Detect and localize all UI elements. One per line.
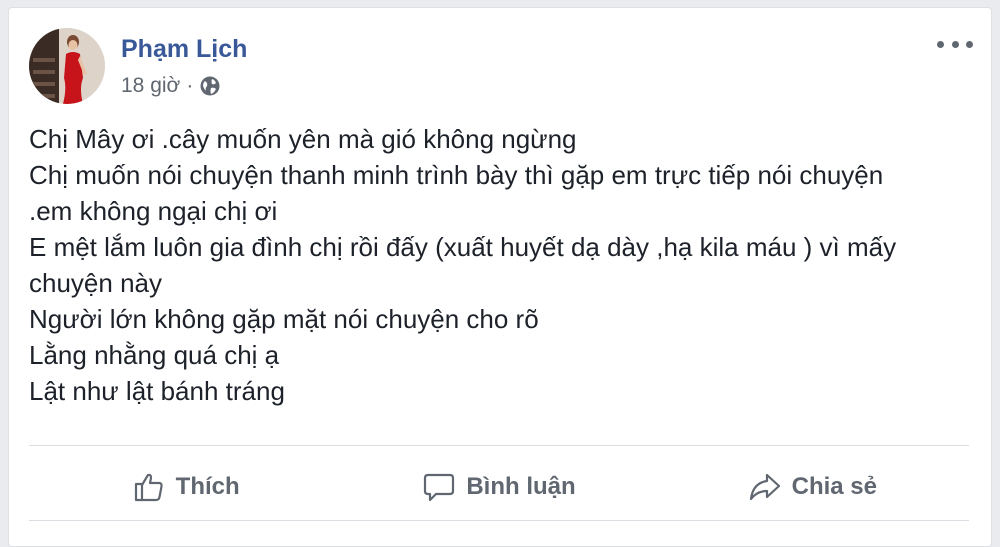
post-line: Lằng nhằng quá chị ạ	[29, 340, 280, 370]
post-line: E mệt lắm luôn gia đình chị rồi đấy (xuấ…	[29, 232, 897, 262]
post-time[interactable]: 18 giờ	[121, 74, 180, 98]
comment-label: Bình luận	[466, 473, 576, 500]
post-line: Người lớn không gặp mặt nói chuyện cho r…	[29, 304, 539, 334]
like-button[interactable]: Thích	[29, 460, 342, 514]
action-bar: Thích Bình luận Chia sẻ	[29, 460, 969, 514]
share-icon	[749, 473, 780, 501]
share-button[interactable]: Chia sẻ	[656, 460, 969, 514]
comment-button[interactable]: Bình luận	[342, 460, 655, 514]
author-name[interactable]: Phạm Lịch	[121, 35, 247, 64]
comment-icon	[424, 473, 455, 502]
meta-separator: ·	[186, 74, 194, 97]
thumbs-up-icon	[134, 473, 163, 502]
post-line: .em không ngại chị ơi	[29, 196, 278, 226]
post-line: Chị Mây ơi .cây muốn yên mà gió không ng…	[29, 124, 577, 154]
avatar-image	[29, 28, 105, 104]
post-line: chuyện này	[29, 268, 162, 298]
divider	[29, 520, 969, 521]
like-label: Thích	[175, 473, 240, 500]
globe-icon[interactable]	[199, 75, 221, 97]
more-options-icon[interactable]	[937, 34, 973, 54]
post-line: Lật như lật bánh tráng	[29, 376, 285, 406]
share-label: Chia sẻ	[791, 473, 877, 500]
divider	[29, 445, 969, 446]
post-text: Chị Mây ơi .cây muốn yên mà gió không ng…	[29, 121, 969, 409]
avatar[interactable]	[29, 28, 105, 104]
post-meta: 18 giờ ·	[121, 74, 221, 98]
post-line: Chị muốn nói chuyện thanh minh trình bày…	[29, 160, 884, 190]
post-card: Phạm Lịch 18 giờ · Chị Mây ơi .cây muốn …	[8, 7, 992, 547]
